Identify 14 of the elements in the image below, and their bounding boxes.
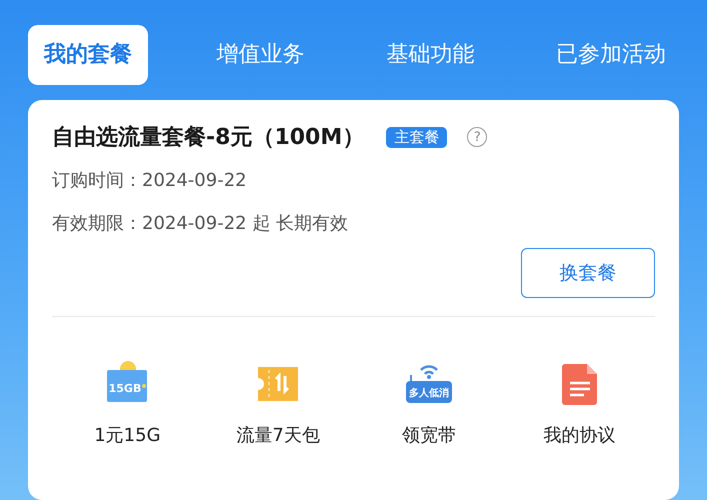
plan-title: 自由选流量套餐-8元（100M） [52,124,364,152]
change-plan-button[interactable]: 换套餐 [521,248,655,298]
tab[interactable]: 基础功能 [373,25,488,85]
help-icon[interactable]: ? [467,127,488,147]
shortcut-label[interactable]: 领宽带 [402,423,456,447]
shortcut-label[interactable]: 1元15G [94,423,161,447]
tab[interactable]: 我的套餐 [28,25,148,85]
detail-text: 订购时间：2024-09-22 [52,169,248,193]
tab[interactable]: 增值业务 [204,25,318,85]
shortcut-label[interactable]: 流量7天包 [236,423,320,447]
detail-text: 有效期限：2024-09-22 起 长期有效 [52,212,350,236]
main-plan-badge: 主套餐 [386,126,448,148]
tab[interactable]: 已参加活动 [542,25,679,85]
shortcut-label[interactable]: 我的协议 [544,423,616,447]
